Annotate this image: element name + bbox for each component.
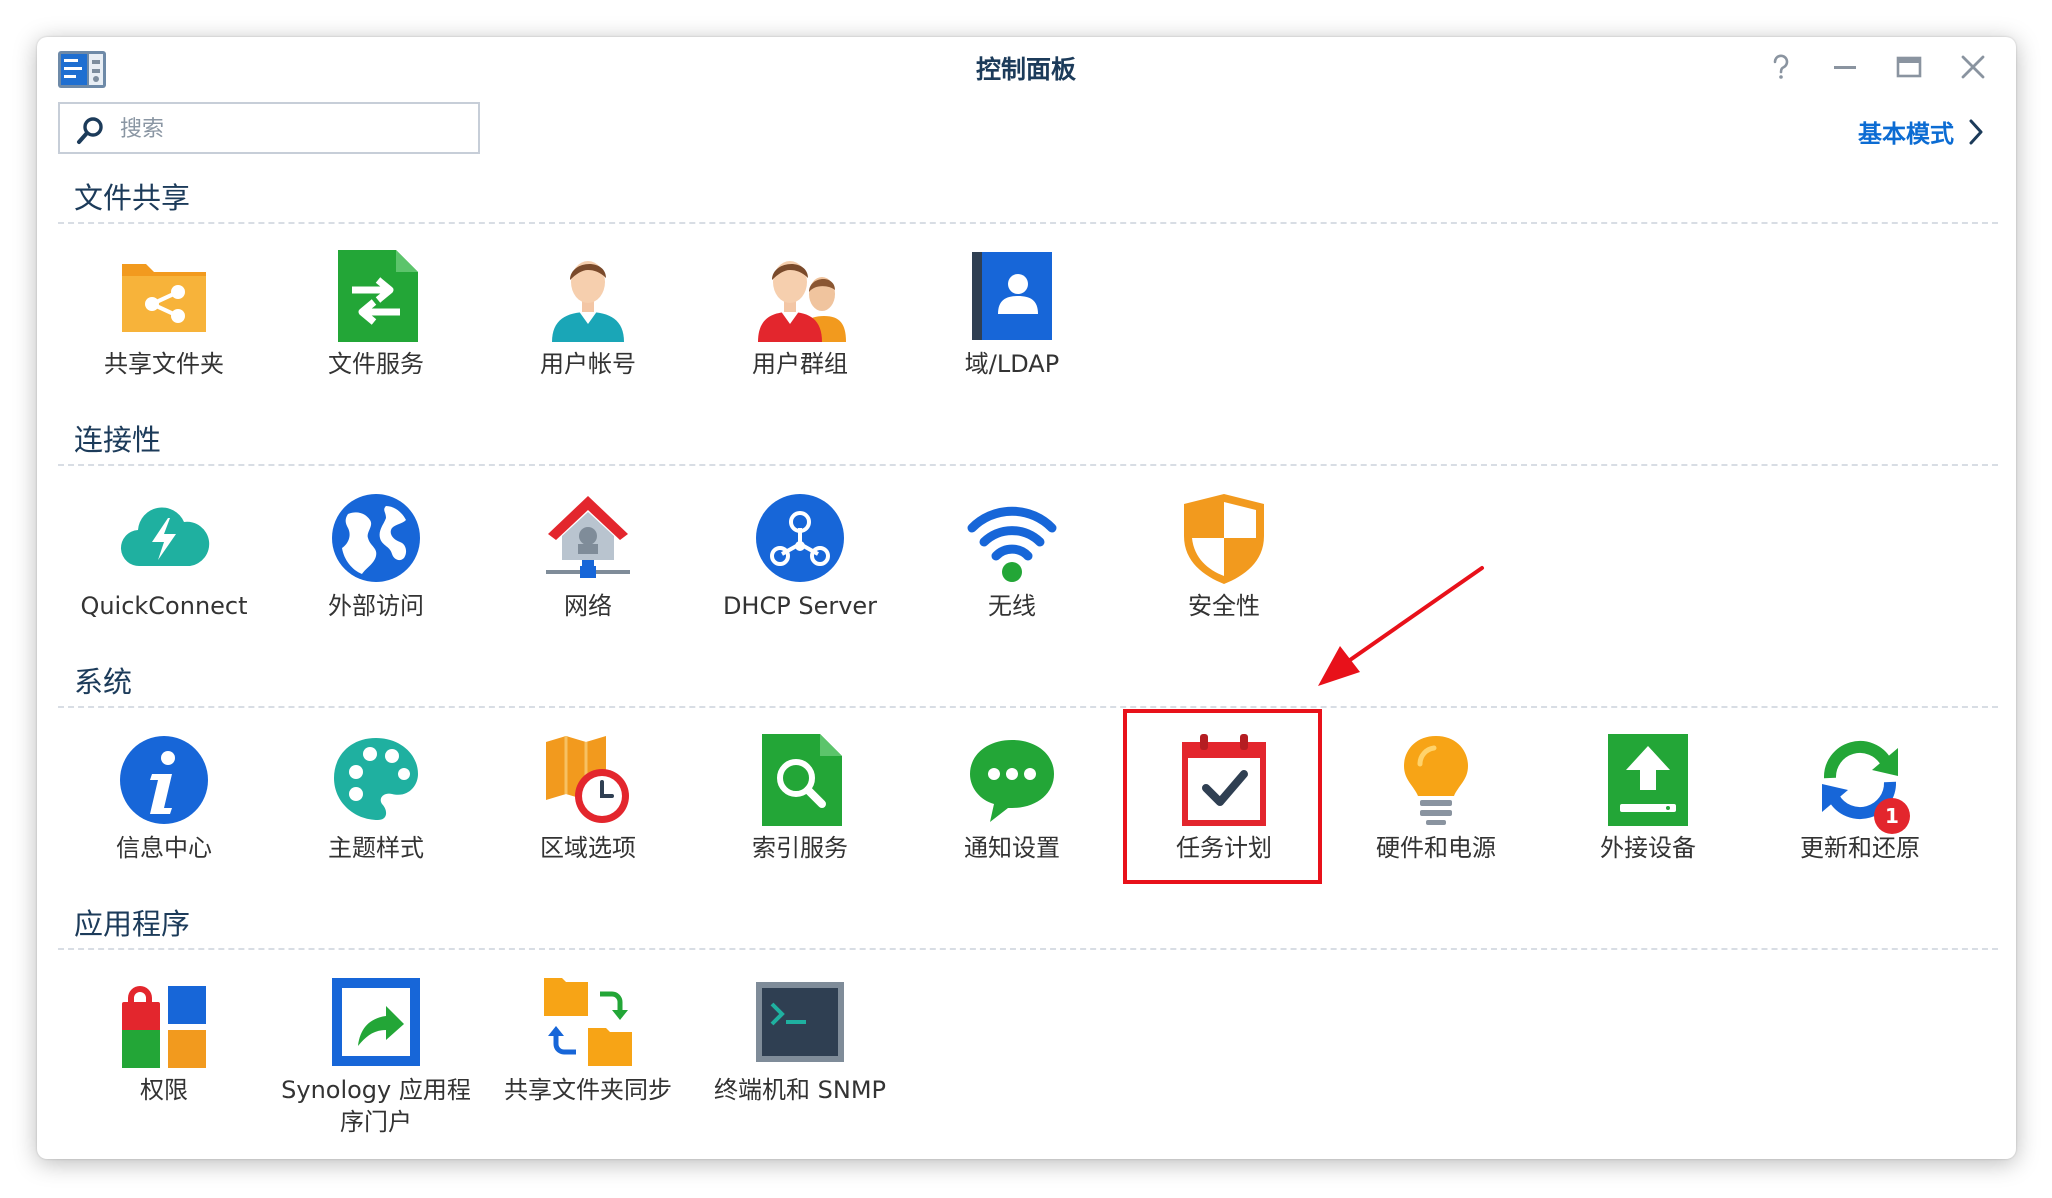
maximize-button[interactable] [1894, 52, 1924, 82]
tile-label: 硬件和电源 [1376, 834, 1496, 862]
info-icon [118, 734, 210, 826]
globe-icon [330, 492, 422, 584]
network-icon [542, 492, 634, 584]
minimize-icon [1834, 66, 1856, 69]
tile-external-access[interactable]: 外部访问 [270, 492, 482, 642]
section-divider [58, 222, 1998, 224]
tile-external-devices[interactable]: 外接设备 [1542, 734, 1754, 884]
tile-label: 终端机和 SNMP [714, 1076, 886, 1104]
tile-indexing-service[interactable]: 索引服务 [694, 734, 906, 884]
tile-label: 通知设置 [964, 834, 1060, 862]
help-button[interactable] [1766, 52, 1796, 82]
tile-label: 无线 [988, 592, 1036, 620]
tile-hardware-power[interactable]: 硬件和电源 [1330, 734, 1542, 884]
tile-label: 共享文件夹同步 [504, 1076, 672, 1104]
basic-mode-label: 基本模式 [1858, 120, 1954, 148]
dhcp-icon [754, 492, 846, 584]
tile-shared-folder[interactable]: 共享文件夹 [58, 250, 270, 400]
tile-network[interactable]: 网络 [482, 492, 694, 642]
calendar-check-icon [1178, 734, 1270, 826]
tile-label: 用户群组 [752, 350, 848, 378]
tile-label: 主题样式 [328, 834, 424, 862]
search-icon [76, 115, 106, 145]
tile-label: 用户帐号 [540, 350, 636, 378]
upload-icon [1602, 734, 1694, 826]
update-count-badge: 1 [1874, 798, 1910, 834]
tile-terminal-snmp[interactable]: 终端机和 SNMP [694, 976, 906, 1126]
section-title-system: 系统 [74, 665, 133, 699]
tile-folder-sync[interactable]: 共享文件夹同步 [482, 976, 694, 1126]
chevron-right-icon [1969, 119, 1983, 144]
ldap-icon [966, 250, 1058, 342]
tile-label: QuickConnect [80, 592, 248, 620]
chat-bubble-icon [966, 734, 1058, 826]
tile-dhcp-server[interactable]: DHCP Server [694, 492, 906, 642]
tile-notification[interactable]: 通知设置 [906, 734, 1118, 884]
tile-user-group[interactable]: 用户群组 [694, 250, 906, 400]
tile-label: 域/LDAP [964, 350, 1060, 378]
folder-sync-icon [542, 976, 634, 1068]
section-title-connectivity: 连接性 [74, 423, 162, 457]
close-icon [1961, 55, 1985, 79]
tile-app-portal[interactable]: Synology 应用程序门户 [270, 976, 482, 1136]
tile-file-services[interactable]: 文件服务 [270, 250, 482, 400]
shield-icon [1178, 492, 1270, 584]
tile-task-scheduler[interactable]: 任务计划 [1118, 734, 1330, 884]
tile-label: 信息中心 [116, 834, 212, 862]
quickconnect-icon [118, 492, 210, 584]
refresh-icon: 1 [1814, 734, 1910, 834]
tile-domain-ldap[interactable]: 域/LDAP [906, 250, 1118, 400]
tile-label: 索引服务 [752, 834, 848, 862]
section-title-file-sharing: 文件共享 [74, 181, 191, 215]
basic-mode-link[interactable]: 基本模式 [1858, 114, 1986, 149]
tile-label: 共享文件夹 [104, 350, 224, 378]
tile-label: 网络 [564, 592, 612, 620]
tile-update-restore[interactable]: 1 更新和还原 [1754, 734, 1966, 884]
tile-privileges[interactable]: 权限 [58, 976, 270, 1126]
indexing-icon [754, 734, 846, 826]
tile-label: 外接设备 [1600, 834, 1696, 862]
minimize-button[interactable] [1830, 52, 1860, 82]
section-divider [58, 464, 1998, 466]
tile-label: DHCP Server [722, 592, 878, 620]
close-button[interactable] [1958, 52, 1988, 82]
tile-label: Synology 应用程序门户 [281, 1076, 471, 1136]
section-title-applications: 应用程序 [74, 907, 191, 941]
section-divider [58, 706, 1998, 708]
tile-label: 外部访问 [328, 592, 424, 620]
search-box [58, 102, 480, 154]
group-icon [754, 250, 846, 342]
tile-label: 权限 [140, 1076, 188, 1104]
window-title: 控制面板 [975, 55, 1076, 84]
tile-quickconnect[interactable]: QuickConnect [58, 492, 270, 642]
search-input[interactable] [118, 104, 472, 154]
regional-clock-icon [542, 734, 634, 826]
tile-wireless[interactable]: 无线 [906, 492, 1118, 642]
tile-regional-options[interactable]: 区域选项 [482, 734, 694, 884]
tile-label: 文件服务 [328, 350, 424, 378]
privileges-icon [118, 976, 210, 1068]
tile-label: 区域选项 [540, 834, 636, 862]
tile-label: 任务计划 [1176, 834, 1272, 862]
palette-icon [330, 734, 422, 826]
file-services-icon [330, 250, 422, 342]
wifi-icon [966, 492, 1058, 584]
lightbulb-icon [1390, 734, 1482, 826]
tile-label: 安全性 [1188, 592, 1260, 620]
user-icon [542, 250, 634, 342]
tile-info-center[interactable]: 信息中心 [58, 734, 270, 884]
terminal-icon [754, 976, 846, 1068]
shared-folder-icon [118, 250, 210, 342]
portal-icon [330, 976, 422, 1068]
tile-security[interactable]: 安全性 [1118, 492, 1330, 642]
tile-user[interactable]: 用户帐号 [482, 250, 694, 400]
section-divider [58, 948, 1998, 950]
question-mark-icon [1773, 54, 1789, 79]
maximize-icon [1896, 56, 1922, 78]
tile-theme[interactable]: 主题样式 [270, 734, 482, 884]
tile-label: 更新和还原 [1800, 834, 1920, 862]
